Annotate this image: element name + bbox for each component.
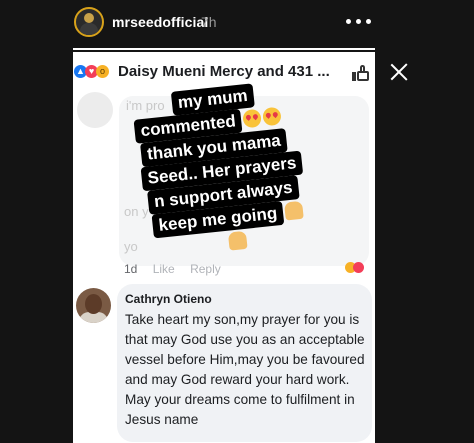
comment-bubble: Cathryn Otieno Take heart my son,my pray… [117,284,372,442]
wow-reaction-icon: o [96,65,109,78]
praying-hands-emoji-icon [284,200,304,221]
praying-hands-emoji-icon [227,230,248,251]
story-progress-fill [73,48,375,50]
faded-text-3: yo [124,239,138,254]
comment-meta-row: 1d Like Reply [124,262,221,276]
avatar[interactable] [74,7,104,37]
reply-link[interactable]: Reply [190,262,221,276]
close-icon[interactable] [389,62,409,82]
story-progress-bar [73,48,375,50]
story-header: mrseedofficial 7h [0,0,474,46]
caption-line [226,230,248,253]
time-ago: 7h [201,14,217,30]
more-dots-icon[interactable] [343,19,373,27]
reactors-summary[interactable]: Daisy Mueni Mercy and 431 ... [118,63,330,80]
like-link[interactable]: Like [153,262,175,276]
comment-reactions [345,262,371,274]
username[interactable]: mrseedofficial [112,14,208,30]
comment-text: Take heart my son,my prayer for you is t… [125,312,365,427]
heart-eyes-emoji-icon [242,108,263,129]
commenter-avatar[interactable] [76,288,111,323]
heart-eyes-emoji-icon [262,106,283,127]
story-viewer: mrseedofficial 7h ▲ ♥ o Daisy Mueni Merc… [0,0,474,443]
faded-avatar [77,92,113,128]
thumbs-up-icon[interactable] [352,64,370,82]
caption-sticker: my mum commented thank you mama Seed.. H… [131,79,331,255]
comment-author[interactable]: Cathryn Otieno [125,292,212,306]
comment-age: 1d [124,262,138,276]
